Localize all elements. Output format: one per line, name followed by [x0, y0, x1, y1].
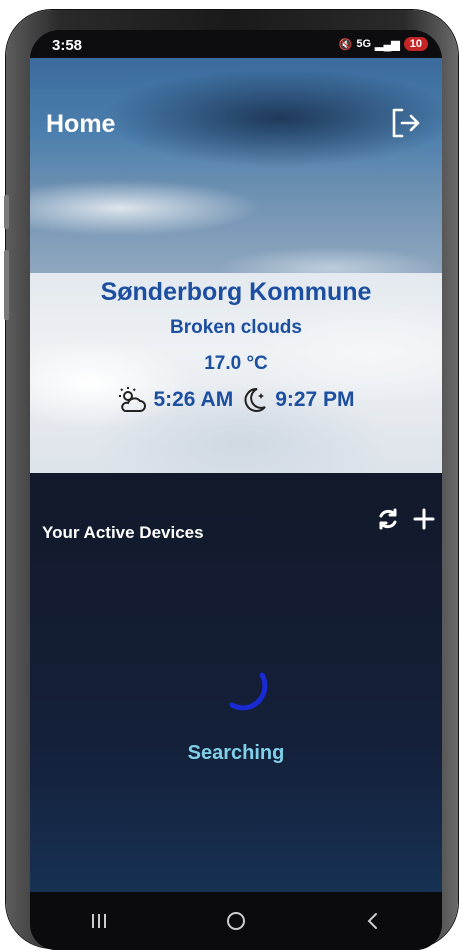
searching-status: Searching [187, 742, 285, 764]
back-button[interactable] [353, 906, 393, 936]
mute-icon: 🔇 [338, 38, 353, 51]
location-name: Sønderborg Kommune [100, 278, 372, 306]
recent-apps-button[interactable] [79, 906, 119, 936]
phone-side-button [4, 195, 9, 229]
sunset-time: 9:27 PM [275, 388, 355, 411]
devices-actions [376, 507, 436, 531]
phone-side-button [4, 250, 9, 320]
devices-section: Your Active Devices Searching [30, 473, 442, 926]
status-icons: 🔇 5G ▂▄▆ 10 [339, 37, 428, 51]
system-nav-bar [30, 892, 442, 950]
weather-sky-image [30, 58, 442, 273]
logout-icon[interactable] [388, 106, 422, 140]
sunrise-time: 5:26 AM [153, 388, 234, 411]
status-bar: 3:58 🔇 5G ▂▄▆ 10 [30, 30, 442, 58]
app-screen: 3:58 🔇 5G ▂▄▆ 10 Home Sønderborg Kommune… [30, 30, 442, 950]
status-time: 3:58 [52, 37, 83, 54]
refresh-icon[interactable] [376, 507, 400, 531]
weather-panel: Sønderborg Kommune Broken clouds 17.0 °C… [30, 278, 442, 415]
signal-icon: ▂▄▆ [375, 38, 400, 51]
moon-icon [244, 387, 266, 412]
sun-times: 5:26 AM 9:27 PM [30, 385, 442, 415]
temperature: 17.0 °C [204, 353, 268, 374]
battery-badge: 10 [403, 37, 428, 51]
loading-spinner [229, 672, 268, 711]
weather-description: Broken clouds [170, 317, 302, 338]
sunrise-icon [119, 387, 147, 412]
devices-title: Your Active Devices [42, 523, 204, 542]
home-button[interactable] [216, 906, 256, 936]
network-label: 5G [356, 38, 372, 50]
plus-icon[interactable] [412, 507, 436, 531]
page-title: Home [46, 110, 116, 138]
